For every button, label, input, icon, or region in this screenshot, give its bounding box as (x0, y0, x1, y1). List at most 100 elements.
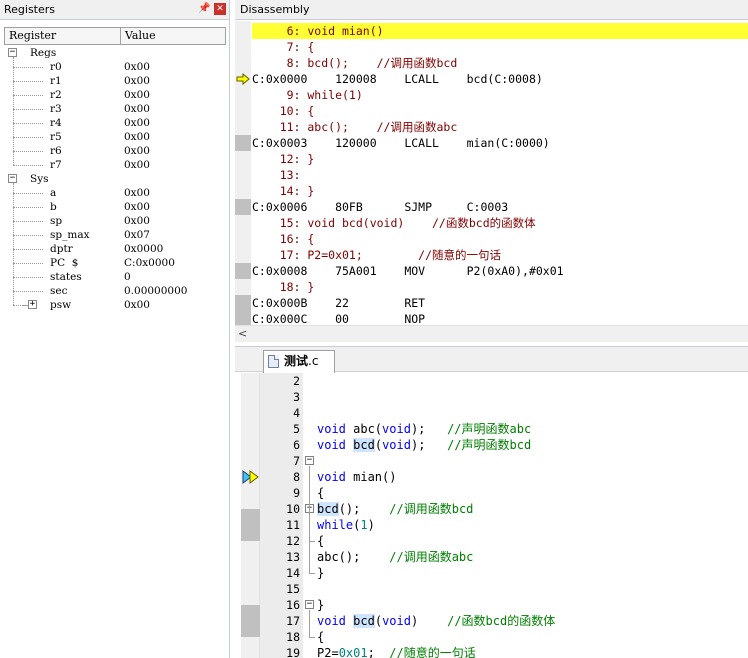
code-line-12: } (235, 549, 748, 580)
register-name: states (50, 271, 82, 283)
code-text: } (317, 566, 325, 580)
registers-panel: Registers 📌 ✕ Register Value − Regs r0 0x00… (0, 0, 230, 658)
code-line-14: } (235, 581, 748, 612)
register-value[interactable]: 0x0000 (124, 242, 163, 256)
disassembly-gutter[interactable] (235, 21, 251, 325)
disassembly-source-line[interactable]: 18: } (252, 279, 748, 295)
register-row[interactable]: r7 0x00 (0, 158, 228, 172)
disassembly-source-line[interactable]: 12: } (252, 151, 748, 167)
disassembly-source-line[interactable]: 16: { (252, 231, 748, 247)
register-value[interactable]: 0 (124, 270, 131, 284)
column-register[interactable]: Register (5, 28, 121, 44)
register-row[interactable]: sp 0x00 (0, 214, 228, 228)
expand-icon[interactable]: + (28, 300, 37, 309)
tab-extension: .c (308, 354, 319, 368)
disassembly-title-bar: Disassembly (235, 0, 748, 20)
register-value[interactable]: C:0x0000 (124, 256, 175, 270)
current-line-arrows-icon (242, 470, 259, 484)
register-row[interactable]: r4 0x00 (0, 116, 228, 130)
register-row[interactable]: states 0 (0, 270, 228, 284)
code-line-3: void abc(void); //声明函数abc (235, 405, 748, 436)
pin-icon[interactable]: 📌 (198, 3, 210, 15)
register-row[interactable]: r3 0x00 (0, 102, 228, 116)
scroll-left-icon[interactable]: < (238, 327, 247, 340)
register-value[interactable]: 0x00 (124, 116, 150, 130)
register-row[interactable]: r5 0x00 (0, 130, 228, 144)
column-value[interactable]: Value (121, 28, 156, 44)
disassembly-source-line[interactable]: 9: while(1) (252, 87, 748, 103)
disassembly-instruction-line[interactable]: C:0x000B 22 RET (252, 295, 748, 311)
tab-source-file[interactable]: 测试.c (263, 350, 335, 373)
keyword-void: void (317, 438, 346, 452)
register-row[interactable]: dptr 0x0000 (0, 242, 228, 256)
register-row[interactable]: r1 0x00 (0, 74, 228, 88)
fold-collapse-icon[interactable]: − (305, 600, 314, 609)
disassembly-instruction-line[interactable]: C:0x0006 80FB SJMP C:0003 (252, 199, 748, 215)
code-line-18: } (235, 645, 748, 658)
register-value[interactable]: 0x00 (124, 186, 150, 200)
register-row[interactable]: + psw 0x00 (0, 298, 228, 312)
register-row[interactable]: r2 0x00 (0, 88, 228, 102)
collapse-icon[interactable]: − (8, 174, 17, 183)
disassembly-source-line[interactable]: 14: } (252, 183, 748, 199)
execution-coverage-marker (235, 199, 251, 215)
disassembly-source-line[interactable]: 15: void bcd(void) //函数bcd的函数体 (252, 215, 748, 231)
fold-collapse-icon[interactable]: − (305, 456, 314, 465)
register-name: r0 (50, 61, 62, 73)
disassembly-instruction-line[interactable]: C:0x0000 120008 LCALL bcd(C:0008) (252, 71, 748, 87)
register-name: r3 (50, 103, 62, 115)
register-row[interactable]: PC $ C:0x0000 (0, 256, 228, 270)
register-value[interactable]: 0x07 (124, 228, 150, 242)
register-group[interactable]: − Regs (0, 46, 228, 60)
register-row[interactable]: r0 0x00 (0, 60, 228, 74)
code-line-7: { (235, 469, 748, 500)
register-value[interactable]: 0x00 (124, 130, 150, 144)
register-row[interactable]: sp_max 0x07 (0, 228, 228, 242)
register-value[interactable]: 0x00 (124, 298, 150, 312)
disassembly-source-line[interactable]: 6: void mian() (252, 23, 748, 39)
register-row[interactable]: r6 0x00 (0, 144, 228, 158)
collapse-icon[interactable]: − (8, 48, 17, 57)
close-icon[interactable]: ✕ (214, 3, 226, 15)
register-name: sec (50, 285, 68, 297)
register-value[interactable]: 0x00 (124, 144, 150, 158)
register-value[interactable]: 0x00 (124, 200, 150, 214)
code-text: ); (410, 438, 448, 452)
line-number: 2 (293, 374, 300, 388)
tab-filename: 测试 (284, 354, 309, 368)
register-name: r7 (50, 159, 62, 171)
register-group[interactable]: − Sys (0, 172, 228, 186)
register-row[interactable]: a 0x00 (0, 186, 228, 200)
register-row[interactable]: sec 0.00000000 (0, 284, 228, 298)
register-group-name: Regs (30, 47, 57, 59)
disassembly-source-line[interactable]: 11: abc(); //调用函数abc (252, 119, 748, 135)
register-value[interactable]: 0.00000000 (124, 284, 187, 298)
symbol-reference: bcd (353, 438, 375, 452)
current-instruction-arrow-icon (236, 73, 250, 85)
fold-guide-end (309, 637, 315, 638)
disassembly-instruction-line[interactable]: C:0x0008 75A001 MOV P2(0xA0),#0x01 (252, 263, 748, 279)
disassembly-source-line[interactable]: 17: P2=0x01; //随意的一句话 (252, 247, 748, 263)
register-value[interactable]: 0x00 (124, 88, 150, 102)
disassembly-source-line[interactable]: 10: { (252, 103, 748, 119)
code-text: ( (374, 438, 383, 452)
register-name: dptr (50, 243, 73, 255)
register-value[interactable]: 0x00 (124, 60, 150, 74)
disassembly-instruction-line[interactable]: C:0x0003 120000 LCALL mian(C:0000) (252, 135, 748, 151)
fold-guide (309, 514, 310, 541)
register-value[interactable]: 0x00 (124, 214, 150, 228)
registers-title: Registers (4, 3, 56, 16)
register-name: r2 (50, 89, 62, 101)
disassembly-source-line[interactable]: 13: (252, 167, 748, 183)
register-value[interactable]: 0x00 (124, 74, 150, 88)
register-row[interactable]: b 0x00 (0, 200, 228, 214)
register-value[interactable]: 0x00 (124, 158, 150, 172)
fold-guide (309, 610, 310, 637)
register-value[interactable]: 0x00 (124, 102, 150, 116)
horizontal-scrollbar[interactable]: < (235, 325, 748, 342)
disassembly-source-line[interactable]: 7: { (252, 39, 748, 55)
execution-coverage-marker (235, 263, 251, 279)
disassembly-source-line[interactable]: 8: bcd(); //调用函数bcd (252, 55, 748, 71)
register-name: PC $ (50, 257, 79, 269)
keyword-void: void (382, 438, 411, 452)
